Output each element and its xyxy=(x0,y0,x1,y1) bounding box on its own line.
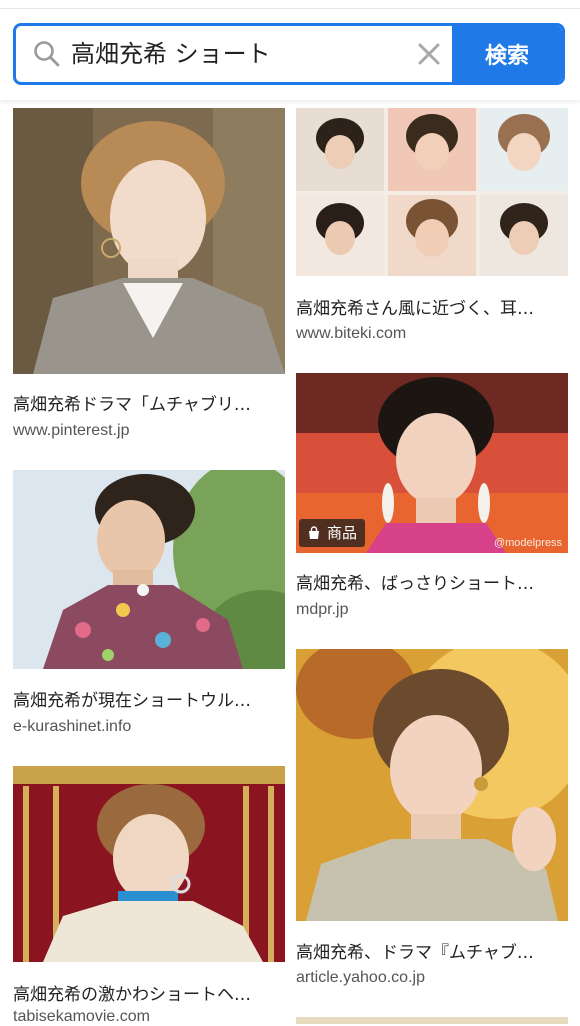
result-image[interactable] xyxy=(296,108,568,276)
result-card[interactable]: 高畑充希が現在ショートウル… e-kurashinet.info xyxy=(13,470,285,740)
result-source: mdpr.jp xyxy=(296,601,349,618)
result-card[interactable]: 商品 @modelpress 高畑充希、ばっさりショート… mdpr.jp xyxy=(296,373,568,628)
result-image[interactable] xyxy=(13,108,285,374)
search-bar[interactable]: 検索 xyxy=(13,23,565,85)
result-card[interactable]: 高畑充希の激かわショートヘ… tabisekamovie.com xyxy=(13,766,285,1025)
result-image[interactable] xyxy=(296,649,568,921)
search-icon xyxy=(34,41,60,67)
divider xyxy=(0,8,580,9)
result-title[interactable]: 高畑充希さん風に近づく、耳… xyxy=(296,294,568,319)
result-card[interactable]: 高畑充希さん風に近づく、耳… www.biteki.com xyxy=(296,108,568,348)
result-image-partial[interactable] xyxy=(296,1017,568,1024)
result-title[interactable]: 高畑充希、ドラマ『ムチャブ… xyxy=(296,938,568,963)
shopping-bag-icon xyxy=(309,526,319,539)
result-title[interactable]: 高畑充希ドラマ「ムチャブリ… xyxy=(13,390,285,415)
result-image[interactable] xyxy=(13,470,285,669)
result-source: tabisekamovie.com xyxy=(13,1008,150,1025)
clear-icon[interactable] xyxy=(416,41,442,67)
result-source: www.biteki.com xyxy=(296,325,407,342)
result-title[interactable]: 高畑充希の激かわショートヘ… xyxy=(13,980,285,1005)
product-badge: 商品 xyxy=(299,519,366,547)
result-source: article.yahoo.co.jp xyxy=(296,969,425,986)
results-grid: 高畑充希ドラマ「ムチャブリ… www.pinterest.jp 高畑充希が現在シ… xyxy=(0,0,580,1025)
result-image[interactable]: 商品 @modelpress xyxy=(296,373,568,553)
search-header: 検索 xyxy=(0,0,580,100)
watermark: @modelpress xyxy=(493,537,562,549)
search-button[interactable]: 検索 xyxy=(452,26,562,82)
result-title[interactable]: 高畑充希が現在ショートウル… xyxy=(13,686,285,711)
result-card[interactable]: 高畑充希、ドラマ『ムチャブ… article.yahoo.co.jp xyxy=(296,649,568,994)
result-source: e-kurashinet.info xyxy=(13,718,132,735)
product-badge-label: 商品 xyxy=(327,524,358,542)
result-title[interactable]: 高畑充希、ばっさりショート… xyxy=(296,569,568,594)
search-input[interactable] xyxy=(71,26,401,82)
result-image[interactable] xyxy=(13,766,285,962)
result-source: www.pinterest.jp xyxy=(13,422,130,439)
result-card[interactable]: 高畑充希ドラマ「ムチャブリ… www.pinterest.jp xyxy=(13,108,285,448)
